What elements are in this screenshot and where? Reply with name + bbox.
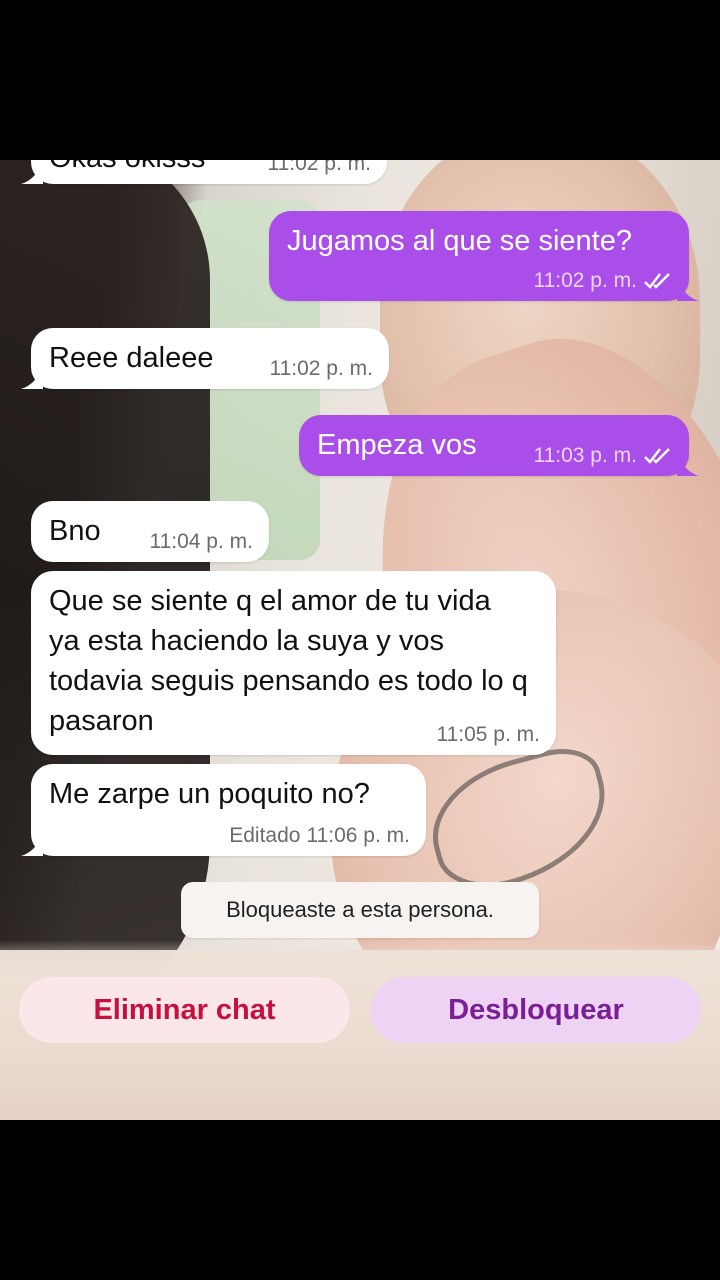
unblock-label: Desbloquear [448, 993, 624, 1026]
message-incoming[interactable]: Bno 11:04 p. m. [31, 501, 269, 562]
chat-screen: Okas oklsss 11:02 p. m. Jugamos al que s… [0, 160, 720, 1120]
message-meta: 11:02 p. m. [533, 269, 673, 293]
edited-label: Editado [229, 824, 301, 847]
blocked-notice: Bloqueaste a esta persona. [181, 882, 539, 938]
bubble-tail-icon [21, 367, 43, 389]
double-check-icon [644, 273, 670, 289]
double-check-icon [644, 448, 670, 464]
message-incoming[interactable]: Que se siente q el amor de tu vida ya es… [31, 571, 556, 755]
message-incoming[interactable]: Okas oklsss 11:02 p. m. [21, 160, 387, 184]
message-incoming[interactable]: Me zarpe un poquito no? Editado 11:06 p.… [21, 764, 426, 856]
bubble-tail-icon [21, 834, 43, 856]
delete-chat-button[interactable]: Eliminar chat [19, 977, 350, 1043]
bubble-tail-icon [21, 162, 43, 184]
bubble-tail-icon [677, 279, 699, 301]
message-meta: 11:02 p. m. [269, 357, 373, 381]
message-text: Que se siente q el amor de tu vida ya es… [49, 585, 528, 737]
message-outgoing[interactable]: Jugamos al que se siente? 11:02 p. m. [269, 211, 699, 301]
message-time: 11:02 p. m. [267, 160, 371, 175]
message-text: Me zarpe un poquito no? [49, 778, 370, 810]
message-time: 11:05 p. m. [436, 723, 540, 746]
unblock-button[interactable]: Desbloquear [371, 977, 701, 1043]
message-time: 11:02 p. m. [533, 269, 637, 292]
blocked-notice-text: Bloqueaste a esta persona. [226, 897, 494, 922]
message-meta: 11:03 p. m. [533, 444, 673, 468]
bubble-tail-icon [677, 454, 699, 476]
message-meta: Editado 11:06 p. m. [229, 824, 410, 848]
message-incoming[interactable]: Reee daleee 11:02 p. m. [21, 328, 389, 389]
message-text: Jugamos al que se siente? [287, 225, 632, 257]
message-time: 11:03 p. m. [533, 444, 637, 467]
message-time: 11:02 p. m. [269, 357, 373, 380]
message-meta: 11:02 p. m. [267, 160, 371, 176]
blocked-actions-bar: Eliminar chat Desbloquear [0, 950, 720, 1120]
message-meta: 11:04 p. m. [149, 530, 253, 554]
message-time: 11:04 p. m. [149, 530, 253, 553]
message-time: 11:06 p. m. [306, 824, 410, 847]
message-outgoing[interactable]: Empeza vos 11:03 p. m. [299, 415, 699, 476]
delete-chat-label: Eliminar chat [93, 993, 276, 1026]
message-meta: 11:05 p. m. [436, 723, 540, 747]
